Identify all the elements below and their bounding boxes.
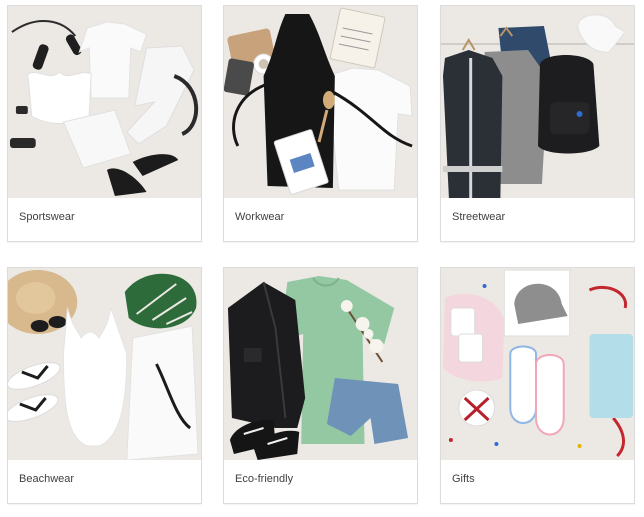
workwear-illustration xyxy=(224,6,417,198)
category-label: Eco-friendly xyxy=(235,473,294,485)
workwear-image xyxy=(224,6,417,198)
category-grid-page: Sportswear Workwear Streetwear Beachwear… xyxy=(0,0,644,517)
sportswear-illustration xyxy=(8,6,201,198)
category-label: Streetwear xyxy=(452,211,506,223)
category-card-gifts[interactable]: Gifts xyxy=(440,267,635,504)
sportswear-image xyxy=(8,6,201,198)
category-card-streetwear[interactable]: Streetwear xyxy=(440,5,635,242)
category-label: Sportswear xyxy=(19,211,75,223)
category-label: Workwear xyxy=(235,211,285,223)
category-card-beachwear[interactable]: Beachwear xyxy=(7,267,202,504)
eco-friendly-image xyxy=(224,268,417,460)
beachwear-illustration xyxy=(8,268,201,460)
category-label: Beachwear xyxy=(19,473,75,485)
streetwear-illustration xyxy=(441,6,634,198)
eco-friendly-illustration xyxy=(224,268,417,460)
category-card-workwear[interactable]: Workwear xyxy=(223,5,418,242)
category-label: Gifts xyxy=(452,473,475,485)
category-card-sportswear[interactable]: Sportswear xyxy=(7,5,202,242)
gifts-illustration xyxy=(441,268,634,460)
category-card-eco-friendly[interactable]: Eco-friendly xyxy=(223,267,418,504)
streetwear-image xyxy=(441,6,634,198)
beachwear-image xyxy=(8,268,201,460)
gifts-image xyxy=(441,268,634,460)
